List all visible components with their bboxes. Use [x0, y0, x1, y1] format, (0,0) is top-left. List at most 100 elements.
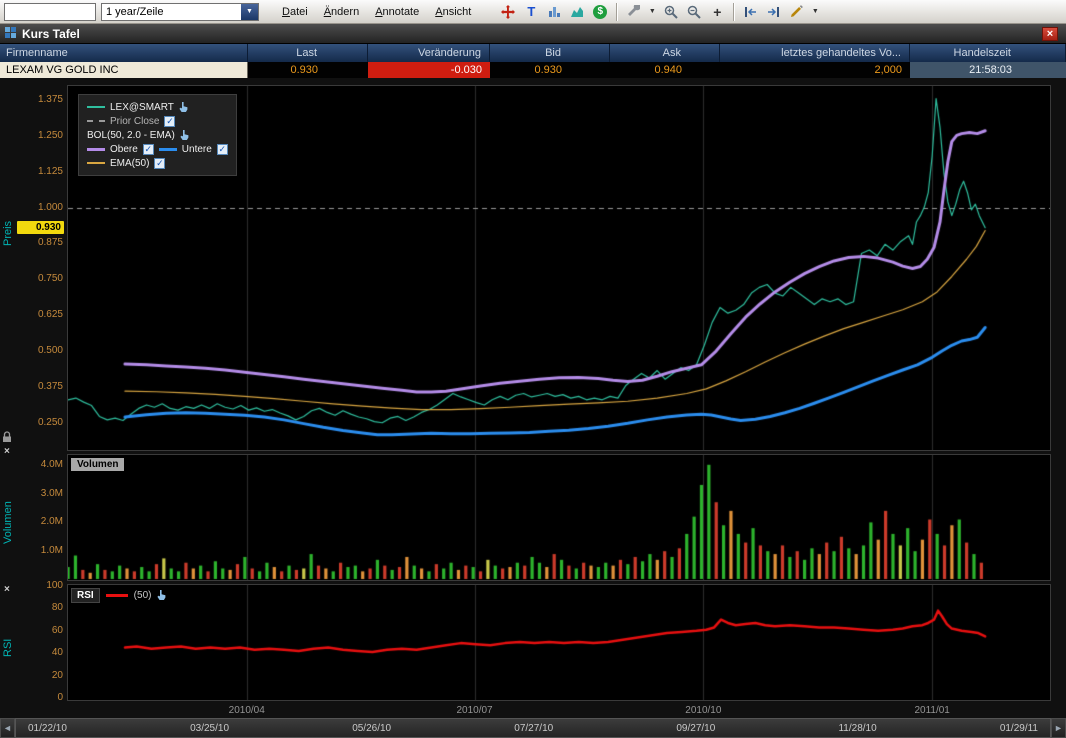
column-header-ask[interactable]: Ask	[610, 44, 720, 62]
untere-swatch	[159, 148, 177, 151]
y-axis-label: 20	[52, 670, 63, 681]
chart-area: Preis Volumen RSI × × 1.3751.2501.1251.0…	[0, 78, 1066, 738]
column-header-handelszeit[interactable]: Handelszeit	[910, 44, 1066, 62]
volume-chart-canvas[interactable]	[68, 455, 1050, 580]
main-toolbar: 1 year/Zeile ▼ Datei Ändern Annotate Ans…	[0, 0, 1066, 24]
hand-icon[interactable]	[157, 590, 166, 601]
area-chart-icon[interactable]	[567, 2, 587, 22]
y-axis-label: 80	[52, 602, 63, 613]
column-header-veraenderung[interactable]: Veränderung	[368, 44, 490, 62]
legend-label-prior-close: Prior Close	[110, 116, 159, 127]
timeline-date: 03/25/10	[190, 723, 229, 734]
timeline-date: 01/29/11	[1000, 723, 1038, 734]
column-header-bid[interactable]: Bid	[490, 44, 610, 62]
panel-title: Kurs Tafel	[22, 27, 1042, 41]
y-axis-label: 40	[52, 647, 63, 658]
close-rsi-panel-icon[interactable]: ×	[4, 584, 10, 595]
cell-firmenname[interactable]: LEXAM VG GOLD INC	[0, 62, 248, 78]
y-axis-label: 4.0M	[41, 459, 63, 470]
ema-checkbox[interactable]: ✓	[154, 158, 165, 169]
untere-checkbox[interactable]: ✓	[217, 144, 228, 155]
menu-datei[interactable]: Datei	[274, 3, 316, 21]
menu-annotate[interactable]: Annotate	[367, 3, 427, 21]
pan-right-icon[interactable]	[763, 2, 783, 22]
pencil-icon[interactable]	[786, 2, 806, 22]
x-axis-label: 2010/10	[675, 705, 731, 716]
column-header-firmenname[interactable]: Firmenname	[0, 44, 248, 62]
timeline-track[interactable]: 01/22/1003/25/1005/26/1007/27/1009/27/10…	[15, 718, 1051, 738]
zoom-in-icon[interactable]	[661, 2, 681, 22]
drawing-tools-icon[interactable]	[623, 2, 643, 22]
y-axis-label: 2.0M	[41, 516, 63, 527]
ema-swatch	[87, 162, 105, 164]
symbol-input[interactable]	[4, 3, 96, 21]
pan-left-icon[interactable]	[740, 2, 760, 22]
current-price-marker: 0.930	[17, 221, 64, 234]
y-axis-gutter: 1.3751.2501.1251.0000.8750.7500.6250.500…	[14, 78, 66, 718]
zoom-out-icon[interactable]	[684, 2, 704, 22]
dollar-icon[interactable]: $	[590, 2, 610, 22]
hand-icon[interactable]	[179, 102, 188, 113]
volume-legend-tag: Volumen	[71, 458, 124, 471]
cell-handelszeit: 21:58:03	[910, 62, 1066, 78]
y-axis-label: 3.0M	[41, 488, 63, 499]
scroll-left-button[interactable]: ◄	[0, 718, 15, 738]
rsi-series-label: (50)	[134, 590, 152, 601]
x-axis-label: 2010/04	[219, 705, 275, 716]
y-axis-label: 1.000	[38, 202, 63, 213]
menu-aendern[interactable]: Ändern	[316, 3, 367, 21]
toolbar-separator	[616, 3, 617, 21]
legend-label-untere: Untere	[182, 144, 212, 155]
menu-ansicht[interactable]: Ansicht	[427, 3, 479, 21]
table-row[interactable]: LEXAM VG GOLD INC 0.930 -0.030 0.930 0.9…	[0, 62, 1066, 78]
bar-chart-icon[interactable]	[544, 2, 564, 22]
crosshair-icon[interactable]	[498, 2, 518, 22]
scroll-right-button[interactable]: ►	[1051, 718, 1066, 738]
more-tools-dropdown-icon[interactable]: ▼	[809, 2, 821, 22]
y-axis-label: 0.875	[38, 237, 63, 248]
toolbar-separator	[733, 3, 734, 21]
price-legend: LEX@SMART Prior Close ✓ BOL(50, 2.0 - EM…	[78, 94, 237, 176]
tools-dropdown-icon[interactable]: ▼	[646, 2, 658, 22]
timeline-date: 07/27/10	[514, 723, 553, 734]
hand-icon[interactable]	[180, 130, 189, 141]
add-icon[interactable]: +	[707, 2, 727, 22]
prior-close-checkbox[interactable]: ✓	[164, 116, 175, 127]
quote-table-header: Firmenname Last Veränderung Bid Ask letz…	[0, 44, 1066, 62]
period-select[interactable]: 1 year/Zeile ▼	[101, 3, 259, 21]
text-tool-icon[interactable]: T	[521, 2, 541, 22]
volume-axis-title: Volumen	[1, 478, 15, 568]
column-header-volumen[interactable]: letztes gehandeltes Vo...	[720, 44, 910, 62]
menu-bar: Datei Ändern Annotate Ansicht	[274, 3, 479, 21]
prior-close-swatch	[87, 120, 105, 122]
toolbar-icons: T $ ▼ +	[498, 2, 821, 22]
period-select-value: 1 year/Zeile	[102, 4, 241, 20]
timeline-date: 01/22/10	[28, 723, 67, 734]
legend-label-bol: BOL(50, 2.0 - EMA)	[87, 130, 175, 141]
y-axis-label: 60	[52, 625, 63, 636]
rsi-chart-canvas[interactable]	[68, 585, 1050, 700]
cell-volumen: 2,000	[720, 62, 910, 78]
y-axis-label: 100	[46, 580, 63, 591]
lex-swatch	[87, 106, 105, 108]
y-axis-label: 0.250	[38, 417, 63, 428]
x-axis-label: 2011/01	[904, 705, 960, 716]
obere-checkbox[interactable]: ✓	[143, 144, 154, 155]
chevron-down-icon[interactable]: ▼	[241, 4, 258, 20]
close-volume-panel-icon[interactable]: ×	[4, 446, 10, 457]
kurs-tafel-header: Kurs Tafel ×	[0, 24, 1066, 44]
close-button[interactable]: ×	[1042, 27, 1058, 41]
x-axis-label: 2010/07	[447, 705, 503, 716]
y-axis-label: 0.500	[38, 345, 63, 356]
column-header-last[interactable]: Last	[248, 44, 368, 62]
legend-label-obere: Obere	[110, 144, 138, 155]
cell-ask: 0.940	[610, 62, 720, 78]
timeline-date: 11/28/10	[838, 723, 876, 734]
y-axis-label: 0	[57, 692, 63, 703]
rsi-axis-title: RSI	[1, 613, 15, 683]
trading-app-window: 1 year/Zeile ▼ Datei Ändern Annotate Ans…	[0, 0, 1066, 738]
rsi-panel	[67, 584, 1051, 701]
price-axis-title: Preis	[1, 178, 15, 288]
cell-bid: 0.930	[490, 62, 610, 78]
timeline-scrollbar[interactable]: ◄ 01/22/1003/25/1005/26/1007/27/1009/27/…	[0, 718, 1066, 738]
